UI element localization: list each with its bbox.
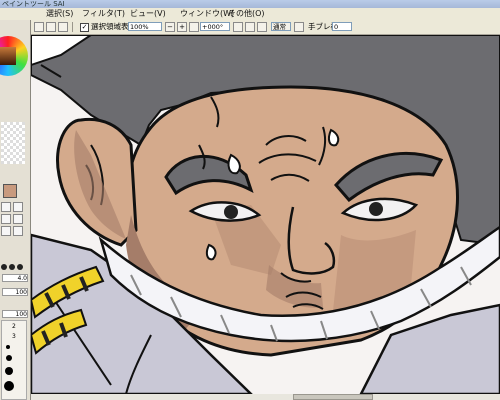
artwork [31, 35, 500, 394]
toolbar-button-3[interactable] [58, 22, 68, 32]
brush-size-label[interactable]: 2 [12, 323, 16, 330]
zoom-in-button[interactable]: + [177, 22, 187, 32]
menu-other[interactable]: その他(O) [226, 8, 267, 20]
horizontal-scrollbar[interactable] [31, 394, 500, 400]
rotate-reset-button[interactable] [257, 22, 267, 32]
menu-filter[interactable]: フィルタ(T) [80, 8, 127, 20]
title-bar: ペイントツール SAI [0, 0, 500, 8]
brush-size-list: 2 3 [1, 320, 27, 400]
show-selection-checkbox[interactable]: ✓ [80, 23, 89, 32]
drawing-canvas[interactable] [31, 35, 500, 394]
brush-shape-row[interactable] [1, 264, 29, 270]
scrollbar-thumb[interactable] [293, 394, 373, 400]
window-title: ペイントツール SAI [2, 0, 65, 8]
color-scratch-area[interactable] [1, 122, 25, 164]
current-color-swatch[interactable] [3, 184, 17, 198]
tool-grid [1, 202, 27, 252]
toolbar-button-1[interactable] [34, 22, 44, 32]
rotate-right-button[interactable] [245, 22, 255, 32]
toolbar-separator [72, 22, 73, 32]
stabilizer-field[interactable]: 0 [332, 22, 352, 31]
brush-size-label[interactable]: 3 [12, 333, 16, 340]
flip-button[interactable] [294, 22, 304, 32]
color-picker-square[interactable] [0, 47, 16, 65]
canvas-toolbar: ✓ 選択領域表示 100% − + +000° 通常 手ブレ補正 0 [30, 20, 500, 35]
tool-sidebar: 4.0 100 100 2 3 [0, 20, 31, 400]
rotate-left-button[interactable] [233, 22, 243, 32]
rotation-field[interactable]: +000° [200, 22, 230, 31]
blend-mode-select[interactable]: 通常 [271, 22, 291, 31]
zoom-out-button[interactable]: − [165, 22, 175, 32]
zoom-field[interactable]: 100% [128, 22, 162, 31]
brush-size-field[interactable]: 4.0 [2, 274, 28, 282]
brush-opacity-field[interactable]: 100 [2, 310, 28, 318]
menu-view[interactable]: ビュー(V) [128, 8, 168, 20]
toolbar-button-2[interactable] [46, 22, 56, 32]
zoom-reset-button[interactable] [189, 22, 199, 32]
brush-density-field[interactable]: 100 [2, 288, 28, 296]
menu-select[interactable]: 選択(S) [44, 8, 75, 20]
